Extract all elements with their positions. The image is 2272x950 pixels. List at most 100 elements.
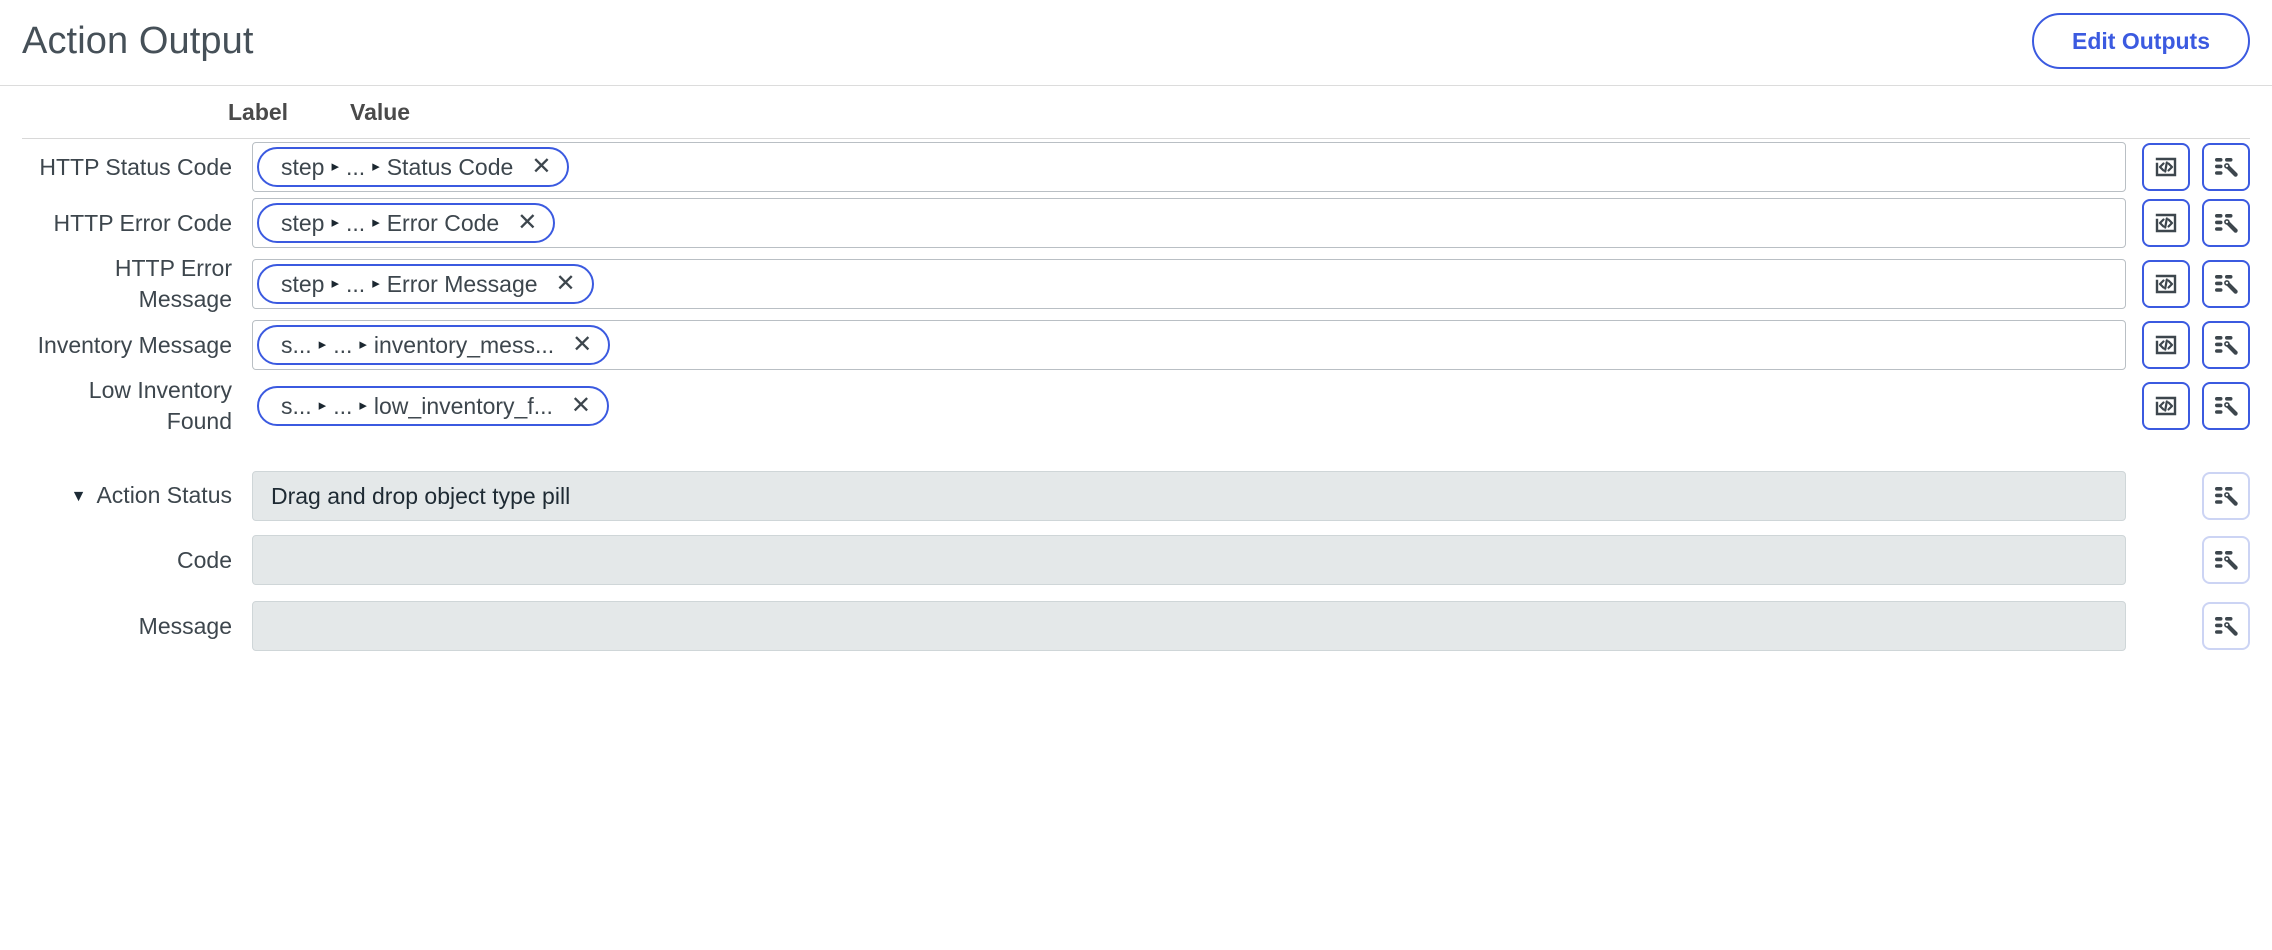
chevron-down-icon[interactable]: ▼ — [71, 481, 87, 512]
row-label: HTTP Status Code — [39, 153, 232, 180]
pill-segment-middle: ... — [333, 332, 353, 358]
code-icon-placeholder — [2142, 472, 2190, 520]
pill-remove-icon[interactable]: ✕ — [571, 389, 591, 423]
sub-row-input — [252, 601, 2126, 651]
wand-list-icon-button[interactable] — [2202, 199, 2250, 247]
sub-row-input — [252, 535, 2126, 585]
code-icon-button[interactable] — [2142, 382, 2190, 430]
sub-row-label: Code — [177, 546, 232, 573]
output-row: Inventory Message s... ▸ ... ▸ inventory… — [0, 317, 2272, 373]
page-title: Action Output — [22, 20, 254, 62]
pill-drop-zone[interactable]: step ▸ ... ▸ Error Code ✕ — [252, 198, 2126, 248]
row-actions — [2142, 143, 2250, 191]
pill-segment-middle: ... — [346, 210, 366, 236]
code-icon-button[interactable] — [2142, 143, 2190, 191]
pill-chevron-icon: ▸ — [372, 214, 380, 231]
row-field: s... ▸ ... ▸ inventory_mess... ✕ — [252, 320, 2250, 370]
action-status-placeholder: Drag and drop object type pill — [271, 482, 571, 509]
row-actions — [2142, 199, 2250, 247]
wand-list-icon — [2212, 209, 2240, 237]
action-status-field: Drag and drop object type pill — [252, 471, 2250, 521]
row-actions — [2142, 321, 2250, 369]
wand-list-icon-button[interactable] — [2202, 602, 2250, 650]
wand-list-icon — [2212, 612, 2240, 640]
sub-row-label: Message — [138, 612, 232, 639]
action-output-panel: Action Output Edit Outputs Label Value H… — [0, 0, 2272, 950]
pill-segment-first: s... — [281, 332, 312, 358]
row-field: step ▸ ... ▸ Error Code ✕ — [252, 198, 2250, 248]
wand-list-icon-button[interactable] — [2202, 536, 2250, 584]
pill-drop-zone[interactable]: s... ▸ ... ▸ low_inventory_f... ✕ — [252, 381, 2126, 431]
pill-drop-zone[interactable]: step ▸ ... ▸ Error Message ✕ — [252, 259, 2126, 309]
output-row: Low Inventory Found s... ▸ ... ▸ low_inv… — [0, 373, 2272, 439]
code-icon — [2152, 153, 2180, 181]
sub-row-field — [252, 601, 2250, 651]
wand-list-icon — [2212, 482, 2240, 510]
output-row: HTTP Status Code step ▸ ... ▸ Status Cod… — [0, 139, 2272, 195]
pill-chevron-icon: ▸ — [359, 336, 367, 353]
wand-list-icon-button[interactable] — [2202, 260, 2250, 308]
object-type-pill[interactable]: step ▸ ... ▸ Error Message ✕ — [257, 264, 594, 304]
pill-remove-icon[interactable]: ✕ — [572, 328, 592, 362]
code-icon — [2152, 270, 2180, 298]
wand-list-icon-button[interactable] — [2202, 472, 2250, 520]
row-actions — [2142, 260, 2250, 308]
pill-drop-zone[interactable]: step ▸ ... ▸ Status Code ✕ — [252, 142, 2126, 192]
object-type-pill[interactable]: step ▸ ... ▸ Error Code ✕ — [257, 203, 556, 243]
pill-segment-first: step — [281, 210, 325, 236]
sub-row-actions — [2142, 536, 2250, 584]
object-type-pill[interactable]: s... ▸ ... ▸ low_inventory_f... ✕ — [257, 386, 609, 426]
output-rows: HTTP Status Code step ▸ ... ▸ Status Cod… — [0, 139, 2272, 659]
code-icon-button[interactable] — [2142, 321, 2190, 369]
pill-chevron-icon: ▸ — [331, 158, 340, 175]
pill-remove-icon[interactable]: ✕ — [517, 206, 537, 240]
wand-list-icon — [2212, 546, 2240, 574]
action-status-label-text: Action Status — [96, 482, 232, 508]
code-icon-button[interactable] — [2142, 260, 2190, 308]
row-actions — [2142, 382, 2250, 430]
action-status-actions — [2142, 472, 2250, 520]
object-type-pill[interactable]: step ▸ ... ▸ Status Code ✕ — [257, 147, 570, 187]
pill-chevron-icon: ▸ — [359, 397, 367, 414]
pill-drop-zone[interactable]: s... ▸ ... ▸ inventory_mess... ✕ — [252, 320, 2126, 370]
action-status-label: ▼ Action Status — [22, 480, 252, 512]
row-field: s... ▸ ... ▸ low_inventory_f... ✕ — [252, 381, 2250, 431]
pill-segment-first: step — [281, 154, 325, 180]
pill-remove-icon[interactable]: ✕ — [531, 150, 551, 184]
code-icon-placeholder — [2142, 602, 2190, 650]
pill-segment-last: low_inventory_f... — [373, 393, 553, 419]
row-label: Low Inventory Found — [88, 377, 232, 434]
code-icon — [2152, 331, 2180, 359]
pill-chevron-icon: ▸ — [372, 275, 380, 292]
column-header-label: Label — [228, 99, 289, 125]
pill-chevron-icon: ▸ — [331, 214, 340, 231]
wand-list-icon — [2212, 392, 2240, 420]
object-type-pill[interactable]: s... ▸ ... ▸ inventory_mess... ✕ — [257, 325, 611, 365]
wand-list-icon-button[interactable] — [2202, 143, 2250, 191]
pill-segment-middle: ... — [333, 393, 353, 419]
pill-chevron-icon: ▸ — [331, 275, 340, 292]
action-status-sub-row: Code — [0, 527, 2272, 593]
pill-chevron-icon: ▸ — [372, 158, 380, 175]
pill-segment-middle: ... — [346, 154, 366, 180]
wand-list-icon-button[interactable] — [2202, 382, 2250, 430]
pill-chevron-icon: ▸ — [318, 397, 327, 414]
sub-row-actions — [2142, 602, 2250, 650]
edit-outputs-button[interactable]: Edit Outputs — [2032, 13, 2250, 69]
row-label: HTTP Error Message — [114, 255, 232, 312]
pill-remove-icon[interactable]: ✕ — [556, 267, 576, 301]
pill-segment-last: Status Code — [386, 154, 514, 180]
pill-segment-last: inventory_mess... — [373, 332, 555, 358]
panel-header: Action Output Edit Outputs — [0, 0, 2272, 86]
action-status-input: Drag and drop object type pill — [252, 471, 2126, 521]
row-label: Inventory Message — [37, 331, 232, 358]
column-header-value: Value — [350, 99, 411, 125]
row-label: HTTP Error Code — [53, 209, 232, 236]
row-field: step ▸ ... ▸ Error Message ✕ — [252, 259, 2250, 309]
row-field: step ▸ ... ▸ Status Code ✕ — [252, 142, 2250, 192]
pill-segment-last: Error Code — [386, 210, 500, 236]
wand-list-icon-button[interactable] — [2202, 321, 2250, 369]
pill-segment-middle: ... — [346, 271, 366, 297]
code-icon-button[interactable] — [2142, 199, 2190, 247]
